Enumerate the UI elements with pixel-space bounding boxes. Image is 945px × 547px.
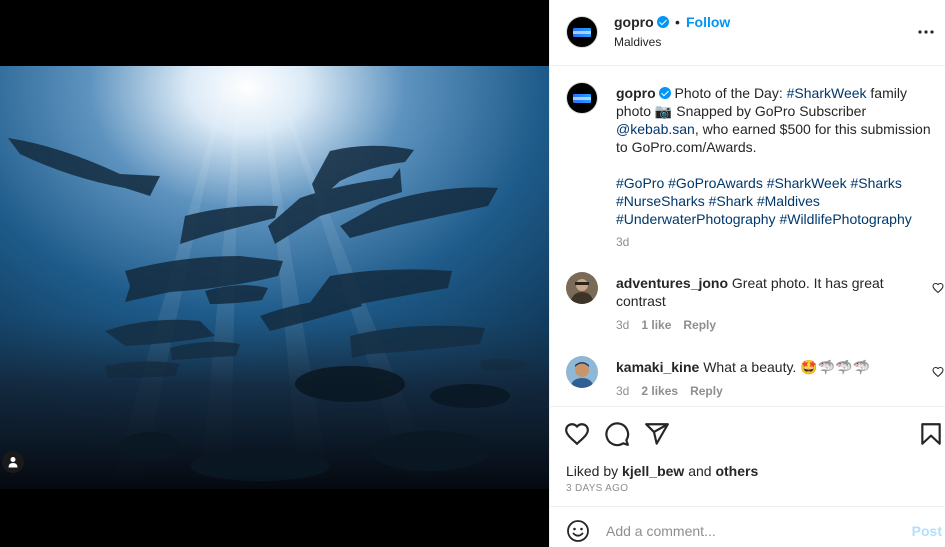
comment-username[interactable]: adventures_jono [616, 275, 728, 291]
hashtag-link[interactable]: #SharkWeek [767, 175, 847, 191]
hashtag-link[interactable]: #UnderwaterPhotography [616, 211, 776, 227]
verified-badge-icon [656, 16, 669, 28]
author-avatar[interactable] [566, 16, 598, 48]
heart-icon[interactable] [564, 421, 590, 447]
hashtag-link[interactable]: #Maldives [757, 193, 820, 209]
comment-text: adventures_jono Great photo. It has grea… [616, 274, 916, 310]
liked-by-prefix: Liked by [566, 463, 623, 479]
hashtag-link[interactable]: #GoPro [616, 175, 664, 191]
post-details-panel: gopro • Follow Maldives gopro Photo of t… [549, 0, 945, 547]
gopro-logo-icon [573, 93, 591, 103]
user-tag-icon[interactable] [2, 451, 24, 473]
emoji-icon[interactable] [566, 519, 590, 543]
caption-text-1: Photo of the Day: [674, 85, 787, 101]
add-comment-bar: Post [550, 506, 945, 547]
person-icon [8, 457, 18, 468]
avatar-image [566, 356, 598, 388]
bookmark-icon[interactable] [918, 421, 944, 447]
comment-username[interactable]: kamaki_kine [616, 359, 699, 375]
avatar-image [566, 272, 598, 304]
hashtag-link[interactable]: #Shark [709, 193, 753, 209]
reply-button[interactable]: Reply [690, 384, 723, 398]
comment-likes[interactable]: 2 likes [641, 384, 678, 398]
post-date[interactable]: 3 DAYS AGO [566, 483, 628, 494]
post-comment-button[interactable]: Post [912, 523, 942, 539]
author-username[interactable]: gopro [614, 14, 669, 30]
location-link[interactable]: Maldives [614, 35, 661, 49]
comment-like-heart-icon[interactable] [932, 282, 944, 294]
comments-section[interactable]: gopro Photo of the Day: #SharkWeek famil… [550, 66, 945, 406]
comment-icon[interactable] [604, 421, 630, 447]
post-actions: Liked by kjell_bew and others 3 DAYS AGO [550, 406, 945, 506]
liked-by-others[interactable]: others [715, 463, 758, 479]
caption-timestamp[interactable]: 3d [616, 235, 629, 249]
header-separator: • [675, 14, 680, 30]
commenter-avatar[interactable] [566, 356, 598, 388]
comment-body: What a beauty. 🤩🦈🦈🦈 [703, 359, 870, 375]
hashtag-link[interactable]: #NurseSharks [616, 193, 705, 209]
shark-photo-image [0, 66, 549, 489]
liked-by-summary: Liked by kjell_bew and others [566, 463, 758, 479]
hashtag-link[interactable]: #WildlifePhotography [779, 211, 911, 227]
caption-username[interactable]: gopro [616, 85, 656, 101]
share-icon[interactable] [644, 421, 670, 447]
verified-badge-icon [658, 87, 671, 99]
post-caption: gopro Photo of the Day: #SharkWeek famil… [616, 84, 932, 156]
post-photo[interactable] [0, 66, 549, 489]
author-username-label[interactable]: gopro [614, 14, 654, 30]
more-options-icon[interactable] [914, 20, 938, 44]
comment-meta: 3d 1 like Reply [616, 318, 716, 332]
comment-time[interactable]: 3d [616, 384, 629, 398]
post-header: gopro • Follow Maldives [550, 0, 945, 66]
comment-text: kamaki_kine What a beauty. 🤩🦈🦈🦈 [616, 358, 916, 376]
hashtag-link[interactable]: #GoProAwards [668, 175, 763, 191]
comment-likes[interactable]: 1 like [641, 318, 671, 332]
comment-time[interactable]: 3d [616, 318, 629, 332]
comment-like-heart-icon[interactable] [932, 366, 944, 378]
comment-input[interactable] [606, 521, 896, 541]
mention-link[interactable]: @kebab.san [616, 121, 695, 137]
ellipsis-icon [918, 30, 934, 34]
commenter-avatar[interactable] [566, 272, 598, 304]
caption-author-avatar[interactable] [566, 82, 598, 114]
reply-button[interactable]: Reply [683, 318, 716, 332]
post-media-pane [0, 0, 549, 547]
caption-hashtags: #GoPro #GoProAwards #SharkWeek #Sharks #… [616, 174, 932, 228]
hashtag-link[interactable]: #SharkWeek [787, 85, 867, 101]
liked-by-and: and [684, 463, 716, 479]
liked-by-user[interactable]: kjell_bew [622, 463, 684, 479]
gopro-logo-icon [573, 27, 591, 37]
hashtag-link[interactable]: #Sharks [851, 175, 902, 191]
comment-meta: 3d 2 likes Reply [616, 384, 723, 398]
follow-button[interactable]: Follow [686, 14, 730, 30]
